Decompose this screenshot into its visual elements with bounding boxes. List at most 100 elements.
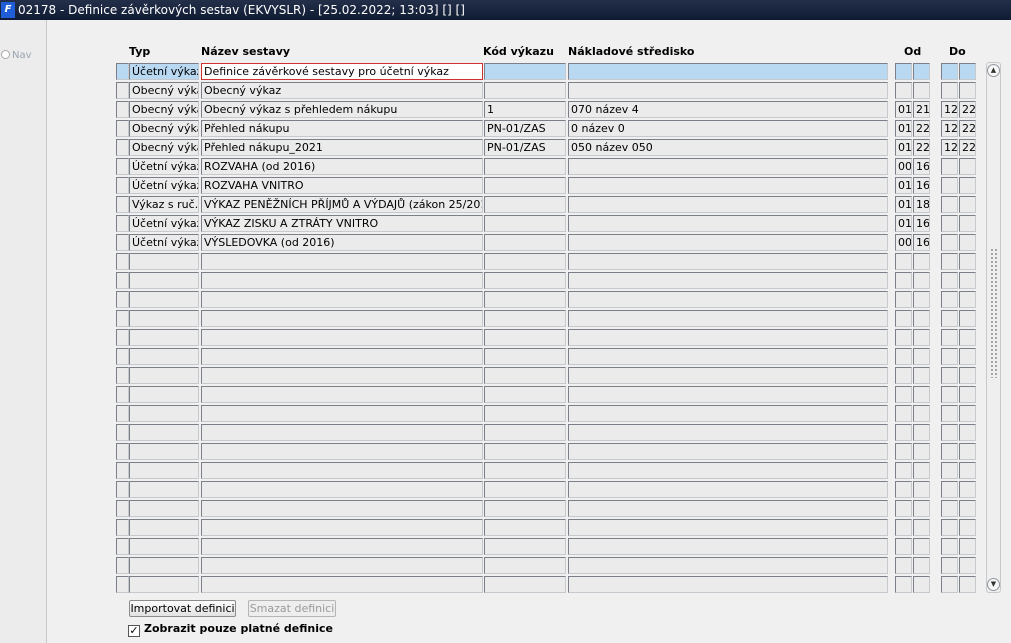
cell-typ[interactable]: Účetní výkaz [129, 234, 199, 251]
cell-do-mesic[interactable] [941, 557, 958, 574]
cell-nazev[interactable] [201, 367, 483, 384]
cell-do-mesic[interactable] [941, 348, 958, 365]
row-selector[interactable] [116, 462, 129, 479]
cell-do-rok[interactable] [959, 405, 976, 422]
cell-od-rok[interactable]: 22 [913, 139, 930, 156]
cell-kod[interactable] [484, 63, 566, 80]
cell-od-mesic[interactable]: 01 [895, 215, 912, 232]
row-selector[interactable] [116, 196, 129, 213]
cell-typ[interactable] [129, 557, 199, 574]
cell-do-rok[interactable] [959, 291, 976, 308]
row-selector[interactable] [116, 310, 129, 327]
cell-typ[interactable]: Účetní výkaz [129, 215, 199, 232]
cell-kod[interactable] [484, 557, 566, 574]
scroll-down-icon[interactable]: ▼ [987, 578, 1000, 591]
cell-do-rok[interactable] [959, 576, 976, 593]
cell-do-mesic[interactable] [941, 253, 958, 270]
cell-od-rok[interactable]: 21 [913, 101, 930, 118]
cell-stredisko[interactable] [568, 424, 888, 441]
cell-od-mesic[interactable]: 00 [895, 158, 912, 175]
cell-do-rok[interactable] [959, 500, 976, 517]
cell-od-mesic[interactable]: 01 [895, 101, 912, 118]
cell-stredisko[interactable] [568, 82, 888, 99]
cell-kod[interactable] [484, 215, 566, 232]
cell-od-rok[interactable] [913, 443, 930, 460]
cell-od-rok[interactable]: 16 [913, 215, 930, 232]
row-selector[interactable] [116, 82, 129, 99]
cell-od-rok[interactable] [913, 329, 930, 346]
cell-typ[interactable]: Obecný výkaz [129, 101, 199, 118]
cell-do-rok[interactable] [959, 310, 976, 327]
cell-od-rok[interactable] [913, 253, 930, 270]
cell-nazev[interactable]: Přehled nákupu [201, 120, 483, 137]
cell-typ[interactable]: Výkaz s ruč.vyplň. [129, 196, 199, 213]
row-selector[interactable] [116, 215, 129, 232]
cell-do-rok[interactable] [959, 481, 976, 498]
cell-typ[interactable]: Obecný výkaz [129, 120, 199, 137]
cell-od-rok[interactable]: 22 [913, 120, 930, 137]
cell-nazev[interactable] [201, 329, 483, 346]
cell-od-mesic[interactable]: 01 [895, 120, 912, 137]
cell-od-mesic[interactable] [895, 576, 912, 593]
cell-od-mesic[interactable] [895, 82, 912, 99]
cell-typ[interactable] [129, 329, 199, 346]
cell-od-mesic[interactable] [895, 272, 912, 289]
cell-od-mesic[interactable] [895, 424, 912, 441]
cell-do-mesic[interactable]: 12 [941, 139, 958, 156]
row-selector[interactable] [116, 348, 129, 365]
cell-stredisko[interactable] [568, 500, 888, 517]
cell-typ[interactable] [129, 367, 199, 384]
cell-nazev[interactable] [201, 443, 483, 460]
cell-do-rok[interactable] [959, 272, 976, 289]
cell-od-rok[interactable] [913, 63, 930, 80]
cell-kod[interactable]: PN-01/ZAS [484, 120, 566, 137]
row-selector[interactable] [116, 63, 129, 80]
cell-od-rok[interactable] [913, 367, 930, 384]
cell-do-rok[interactable] [959, 329, 976, 346]
cell-do-rok[interactable] [959, 443, 976, 460]
cell-stredisko[interactable] [568, 557, 888, 574]
cell-typ[interactable] [129, 576, 199, 593]
cell-do-rok[interactable] [959, 158, 976, 175]
cell-do-mesic[interactable] [941, 500, 958, 517]
cell-typ[interactable] [129, 481, 199, 498]
row-selector[interactable] [116, 481, 129, 498]
cell-do-mesic[interactable]: 12 [941, 120, 958, 137]
cell-stredisko[interactable] [568, 310, 888, 327]
cell-do-rok[interactable] [959, 234, 976, 251]
row-selector[interactable] [116, 101, 129, 118]
cell-od-rok[interactable] [913, 386, 930, 403]
cell-od-rok[interactable]: 16 [913, 234, 930, 251]
cell-nazev[interactable] [201, 253, 483, 270]
cell-do-mesic[interactable] [941, 405, 958, 422]
cell-stredisko[interactable] [568, 481, 888, 498]
cell-od-rok[interactable]: 16 [913, 158, 930, 175]
row-selector[interactable] [116, 424, 129, 441]
cell-od-rok[interactable] [913, 424, 930, 441]
cell-od-mesic[interactable] [895, 386, 912, 403]
cell-od-rok[interactable] [913, 557, 930, 574]
cell-kod[interactable] [484, 234, 566, 251]
cell-typ[interactable]: Obecný výkaz [129, 82, 199, 99]
cell-stredisko[interactable] [568, 196, 888, 213]
cell-typ[interactable] [129, 348, 199, 365]
cell-do-rok[interactable] [959, 196, 976, 213]
cell-od-rok[interactable]: 16 [913, 177, 930, 194]
cell-od-rok[interactable] [913, 462, 930, 479]
cell-kod[interactable] [484, 462, 566, 479]
cell-od-mesic[interactable] [895, 253, 912, 270]
cell-do-mesic[interactable] [941, 329, 958, 346]
scroll-up-icon[interactable]: ▲ [987, 64, 1000, 77]
row-selector[interactable] [116, 120, 129, 137]
cell-nazev[interactable] [201, 481, 483, 498]
cell-typ[interactable] [129, 519, 199, 536]
cell-do-mesic[interactable] [941, 215, 958, 232]
cell-od-mesic[interactable] [895, 462, 912, 479]
cell-do-mesic[interactable] [941, 386, 958, 403]
cell-kod[interactable] [484, 82, 566, 99]
cell-kod[interactable] [484, 272, 566, 289]
cell-do-mesic[interactable] [941, 367, 958, 384]
row-selector[interactable] [116, 443, 129, 460]
row-selector[interactable] [116, 576, 129, 593]
cell-od-mesic[interactable]: 01 [895, 177, 912, 194]
